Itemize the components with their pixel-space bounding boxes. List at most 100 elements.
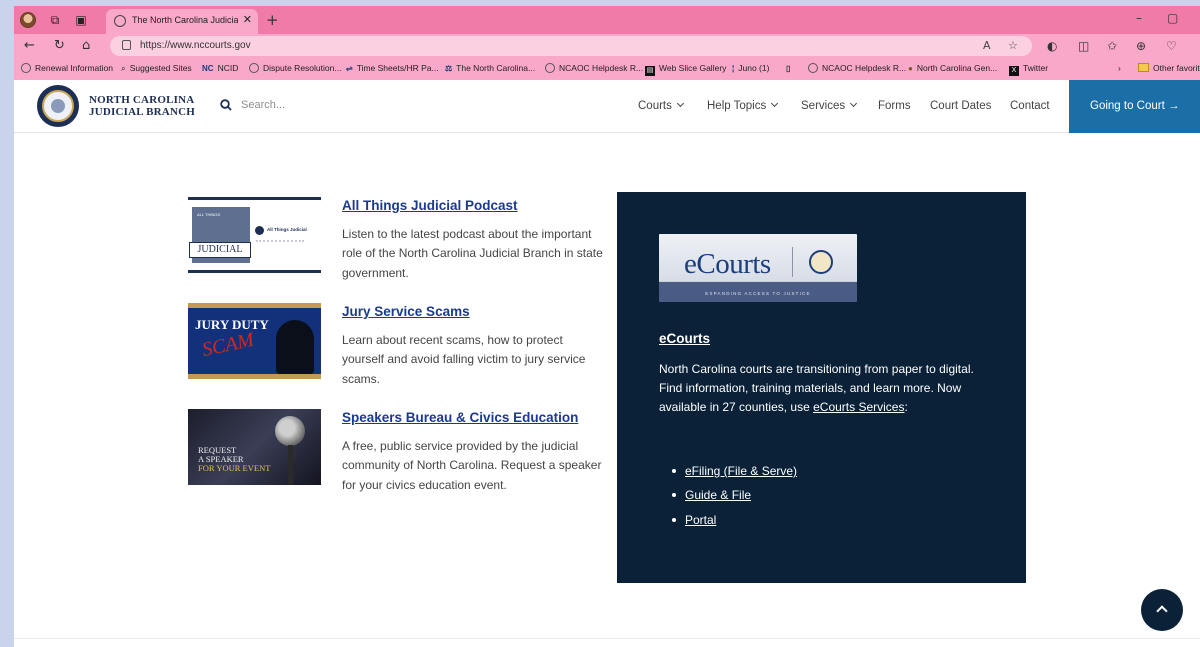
favorite-item[interactable]: Dispute Resolution... xyxy=(249,63,341,73)
tab-favicon-icon xyxy=(114,15,126,27)
nav-services[interactable]: Services xyxy=(801,99,858,112)
tab-title: The North Carolina Judicial Bran xyxy=(132,15,238,25)
site-header: NORTH CAROLINA JUDICIAL BRANCH Courts He… xyxy=(14,80,1200,133)
guide-file-link[interactable]: Guide & File xyxy=(685,488,751,502)
x-icon: X xyxy=(1009,66,1019,76)
tab-close-icon[interactable]: ✕ xyxy=(243,13,252,26)
browser-essentials-icon[interactable]: ♡ xyxy=(1166,39,1177,53)
favorites-bar: Renewal Information ⌕ Suggested Sites NC N… xyxy=(14,58,1200,80)
feature-title-link[interactable]: Speakers Bureau & Civics Education xyxy=(342,410,578,425)
favorite-item[interactable]: ⚖ The North Carolina... xyxy=(445,63,535,73)
site-brand[interactable]: NORTH CAROLINA JUDICIAL BRANCH xyxy=(89,94,195,118)
favorites-overflow-icon[interactable]: › xyxy=(1118,63,1121,73)
feature-jury-scams: JURY DUTY SCAM Jury Service Scams Learn … xyxy=(188,303,608,403)
extension-icon[interactable]: ◐ xyxy=(1047,39,1057,53)
back-to-top-button[interactable] xyxy=(1141,589,1183,631)
podcast-thumbnail[interactable]: ALL THINGS JUDICIAL All Things Judicial xyxy=(188,197,321,273)
tab-bar: ⧉ ▣ The North Carolina Judicial Bran ✕ +… xyxy=(14,6,1200,34)
new-tab-icon[interactable]: + xyxy=(266,11,279,29)
nav-court-dates[interactable]: Court Dates xyxy=(930,100,991,112)
efiling-link[interactable]: eFiling (File & Serve) xyxy=(685,464,797,478)
home-icon[interactable]: ⌂ xyxy=(82,38,90,53)
silhouette-icon xyxy=(276,320,314,374)
search-icon[interactable] xyxy=(220,99,232,111)
list-item: eFiling (File & Serve) xyxy=(671,459,797,483)
favorite-item[interactable]: NC NCID xyxy=(202,63,238,73)
favorite-item[interactable]: NCAOC Helpdesk R... xyxy=(545,63,643,73)
circle-icon xyxy=(21,63,31,73)
favorite-item[interactable]: X Twitter xyxy=(1009,63,1048,76)
nav-contact[interactable]: Contact xyxy=(1010,100,1050,112)
web-page: NORTH CAROLINA JUDICIAL BRANCH Courts He… xyxy=(14,80,1200,647)
ecourts-description: North Carolina courts are transitioning … xyxy=(659,362,974,415)
search-input[interactable] xyxy=(241,95,361,115)
maximize-icon[interactable]: ▢ xyxy=(1167,11,1178,25)
favorite-item[interactable]: ¦ Juno (1) xyxy=(732,63,769,73)
footer-divider xyxy=(14,638,1200,639)
circle-icon xyxy=(808,63,818,73)
seal-inner xyxy=(42,90,74,122)
address-bar: ← ↻ ⌂ https://www.nccourts.gov A ☆ ◐ ◫ ✩… xyxy=(14,34,1200,58)
favorite-item[interactable]: ⇌ Time Sheets/HR Pa... xyxy=(346,63,439,73)
refresh-icon[interactable]: ↻ xyxy=(54,38,65,53)
brand-line-2: JUDICIAL BRANCH xyxy=(89,106,195,118)
search-icon: ⌕ xyxy=(121,63,126,73)
circle-icon xyxy=(249,63,259,73)
feature-podcast: ALL THINGS JUDICIAL All Things Judicial … xyxy=(188,197,608,297)
speaker-thumb-text: REQUEST A SPEAKER FOR YOUR EVENT xyxy=(198,445,271,473)
portal-link[interactable]: Portal xyxy=(685,513,716,527)
seal-core xyxy=(51,99,65,113)
favorite-item[interactable]: Renewal Information xyxy=(21,63,113,73)
feature-title-link[interactable]: All Things Judicial Podcast xyxy=(342,198,518,213)
going-to-court-button[interactable]: Going to Court → xyxy=(1069,80,1200,133)
list-item: Portal xyxy=(671,508,797,532)
nav-forms[interactable]: Forms xyxy=(878,100,911,112)
collections-icon[interactable]: ⊕ xyxy=(1136,39,1146,53)
chevron-down-icon xyxy=(850,99,858,108)
list-item: Guide & File xyxy=(671,483,797,507)
logo-separator xyxy=(792,247,793,277)
lock-icon xyxy=(122,40,131,50)
folder-icon xyxy=(1138,63,1149,72)
ecourts-title-link[interactable]: eCourts xyxy=(659,331,710,346)
nav-help-topics[interactable]: Help Topics xyxy=(707,99,779,112)
brand-line-1: NORTH CAROLINA xyxy=(89,94,195,106)
favorites-icon[interactable]: ✩ xyxy=(1107,39,1117,53)
jury-scam-thumbnail[interactable]: JURY DUTY SCAM xyxy=(188,303,321,379)
ecourts-link-list: eFiling (File & Serve) Guide & File Port… xyxy=(671,459,797,532)
waveform-icon xyxy=(256,240,304,244)
nc-icon: NC xyxy=(202,64,214,73)
feature-description: A free, public service provided by the j… xyxy=(342,439,602,492)
favorite-item[interactable]: ▤ Web Slice Gallery xyxy=(645,63,726,76)
nc-judicial-seal-logo[interactable] xyxy=(37,85,79,127)
tab-actions-icon[interactable]: ▣ xyxy=(74,13,88,27)
split-screen-icon[interactable]: ◫ xyxy=(1078,39,1089,53)
speakers-thumbnail[interactable]: REQUEST A SPEAKER FOR YOUR EVENT xyxy=(188,409,321,485)
link-icon: ⇌ xyxy=(346,64,353,73)
favorite-item[interactable]: ● North Carolina Gen... xyxy=(908,63,997,73)
workspaces-icon[interactable]: ⧉ xyxy=(48,13,62,27)
seal-icon: ⚖ xyxy=(445,64,453,73)
tab-nccourts[interactable]: The North Carolina Judicial Bran ✕ xyxy=(106,9,258,34)
nav-courts[interactable]: Courts xyxy=(638,99,684,112)
ecourts-logo[interactable]: eCourts EXPANDING ACCESS TO JUSTICE xyxy=(659,234,857,302)
favorite-folder[interactable]: Other favorit xyxy=(1138,63,1200,73)
play-icon xyxy=(255,226,264,235)
read-aloud-icon[interactable]: A xyxy=(983,39,991,52)
minimize-icon[interactable]: – xyxy=(1136,11,1142,25)
mic-stand xyxy=(288,445,293,485)
url-field[interactable]: https://www.nccourts.gov A ☆ xyxy=(110,36,1032,56)
favorite-item[interactable]: ⌕ Suggested Sites xyxy=(121,63,192,74)
juno-icon: ¦ xyxy=(732,64,735,73)
favorite-star-icon[interactable]: ☆ xyxy=(1008,39,1018,52)
favorite-item[interactable]: NCAOC Helpdesk R... xyxy=(808,63,906,73)
slice-icon: ▤ xyxy=(645,66,655,76)
page-icon: ▯ xyxy=(786,64,791,73)
circle-icon xyxy=(545,63,555,73)
ecourts-services-link[interactable]: eCourts Services xyxy=(813,400,904,414)
back-icon[interactable]: ← xyxy=(24,38,35,53)
favorite-item[interactable]: ▯ xyxy=(786,63,794,73)
podcast-thumb-word: JUDICIAL xyxy=(189,242,251,258)
profile-avatar-icon[interactable] xyxy=(20,12,36,28)
feature-title-link[interactable]: Jury Service Scams xyxy=(342,304,470,319)
